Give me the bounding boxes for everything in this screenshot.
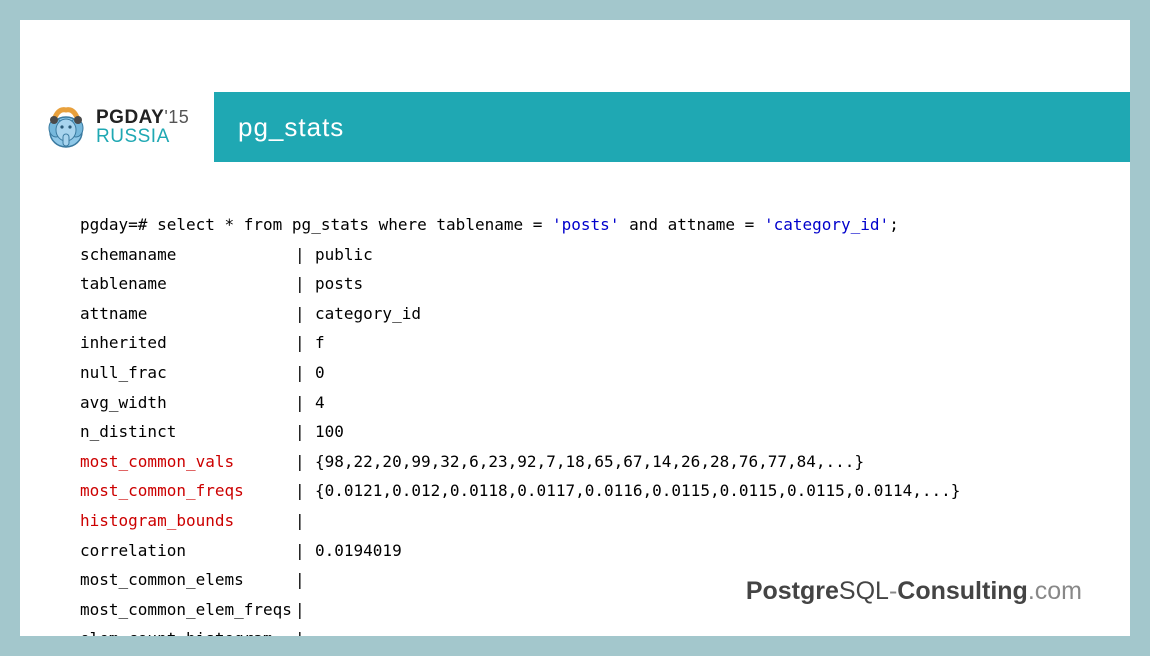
row-sep: |	[295, 240, 315, 270]
row-sep: |	[295, 299, 315, 329]
row-key: avg_width	[80, 388, 295, 418]
row-key: most_common_vals	[80, 447, 295, 477]
title-bar: pg_stats	[214, 92, 1130, 162]
row-sep: |	[295, 506, 315, 536]
row-sep: |	[295, 624, 315, 636]
row-sep: |	[295, 388, 315, 418]
result-row: elem_count_histogram|	[80, 624, 1090, 636]
row-sep: |	[295, 595, 315, 625]
row-val: {0.0121,0.012,0.0118,0.0117,0.0116,0.011…	[315, 476, 960, 506]
row-key: n_distinct	[80, 417, 295, 447]
row-sep: |	[295, 328, 315, 358]
result-row: n_distinct|100	[80, 417, 1090, 447]
logo-text: PGDAY'15 RUSSIA	[96, 108, 189, 146]
row-key: most_common_elems	[80, 565, 295, 595]
row-val: 100	[315, 417, 344, 447]
sql-body2: and attname =	[619, 215, 764, 234]
sql-lit1: 'posts'	[552, 215, 619, 234]
logo-area: PGDAY'15 RUSSIA	[20, 92, 214, 162]
result-row: schemaname|public	[80, 240, 1090, 270]
row-val: 0.0194019	[315, 536, 402, 566]
row-key: schemaname	[80, 240, 295, 270]
row-sep: |	[295, 269, 315, 299]
elephant-icon	[44, 102, 88, 152]
result-row: avg_width|4	[80, 388, 1090, 418]
row-key: elem_count_histogram	[80, 624, 295, 636]
row-sep: |	[295, 447, 315, 477]
result-row: correlation|0.0194019	[80, 536, 1090, 566]
result-row: histogram_bounds|	[80, 506, 1090, 536]
row-sep: |	[295, 536, 315, 566]
row-key: most_common_freqs	[80, 476, 295, 506]
brand-p4: com	[1035, 577, 1082, 605]
logo-year: '15	[164, 107, 189, 127]
footer-brand: PostgreSQL-Consulting.com	[746, 577, 1082, 606]
row-val: category_id	[315, 299, 421, 329]
brand-p2: SQL	[839, 577, 889, 605]
sql-lit2: 'category_id'	[764, 215, 889, 234]
row-key: histogram_bounds	[80, 506, 295, 536]
row-key: tablename	[80, 269, 295, 299]
row-sep: |	[295, 565, 315, 595]
header: PGDAY'15 RUSSIA pg_stats	[20, 92, 1130, 162]
logo-line1: PGDAY	[96, 107, 164, 128]
row-sep: |	[295, 476, 315, 506]
row-key: attname	[80, 299, 295, 329]
sql-body1: select * from pg_stats where tablename =	[157, 215, 552, 234]
slide: PGDAY'15 RUSSIA pg_stats pgday=# select …	[20, 20, 1130, 636]
row-val: {98,22,20,99,32,6,23,92,7,18,65,67,14,26…	[315, 447, 864, 477]
sql-query: pgday=# select * from pg_stats where tab…	[80, 210, 1090, 240]
result-row: inherited|f	[80, 328, 1090, 358]
result-row: tablename|posts	[80, 269, 1090, 299]
row-val: f	[315, 328, 325, 358]
row-key: inherited	[80, 328, 295, 358]
row-val: posts	[315, 269, 363, 299]
row-val: 4	[315, 388, 325, 418]
brand-p3: Consulting	[897, 577, 1028, 605]
row-val: public	[315, 240, 373, 270]
content: pgday=# select * from pg_stats where tab…	[80, 210, 1090, 636]
result-row: attname|category_id	[80, 299, 1090, 329]
brand-p1: Postgre	[746, 577, 839, 605]
result-row: most_common_freqs|{0.0121,0.012,0.0118,0…	[80, 476, 1090, 506]
result-row: most_common_vals|{98,22,20,99,32,6,23,92…	[80, 447, 1090, 477]
slide-title: pg_stats	[238, 112, 344, 143]
row-key: correlation	[80, 536, 295, 566]
result-row: null_frac|0	[80, 358, 1090, 388]
row-key: null_frac	[80, 358, 295, 388]
row-key: most_common_elem_freqs	[80, 595, 295, 625]
row-sep: |	[295, 417, 315, 447]
brand-dot: .	[1028, 577, 1035, 605]
prompt: pgday=#	[80, 215, 157, 234]
row-sep: |	[295, 358, 315, 388]
sql-tail: ;	[889, 215, 899, 234]
logo-line2: RUSSIA	[96, 127, 189, 146]
row-val: 0	[315, 358, 325, 388]
